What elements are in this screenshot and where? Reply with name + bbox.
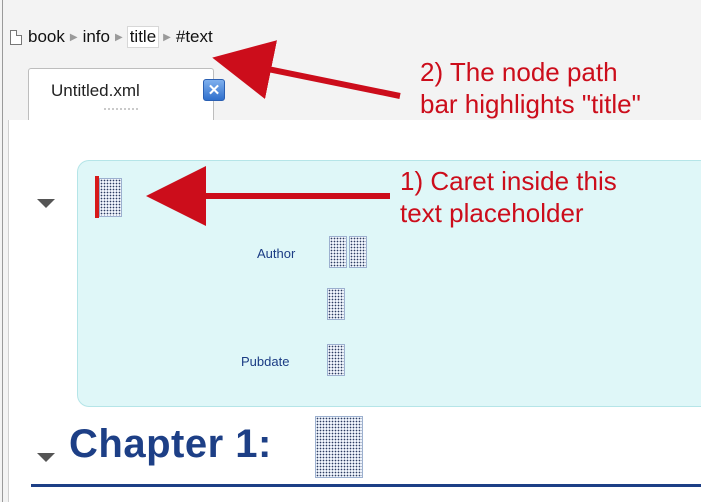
annotation-arrows bbox=[146, 40, 401, 226]
arrow-to-breadcrumb bbox=[212, 40, 401, 100]
editor-window: book ▶ info ▶ title ▶ #text Untitled.xml… bbox=[0, 0, 701, 502]
